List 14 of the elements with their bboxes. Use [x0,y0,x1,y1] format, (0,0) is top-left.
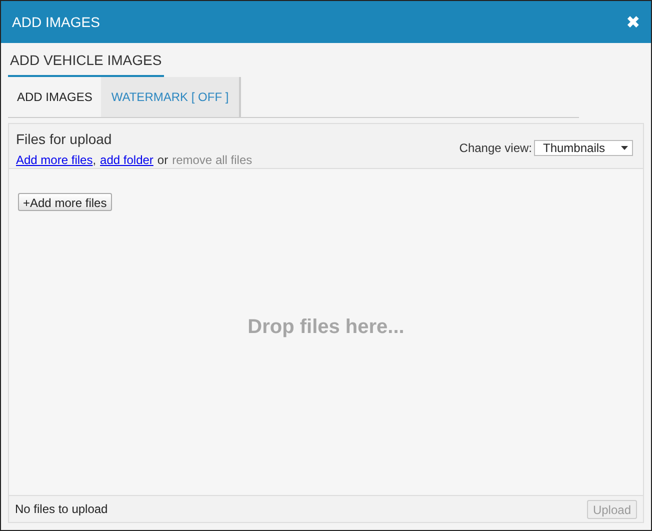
close-button[interactable]: ✖ [626,14,640,30]
label: , [92,152,96,169]
label: or [157,152,168,169]
drop-zone[interactable]: +Add more files Drop files here... [9,169,643,495]
link[interactable]: Add more files [16,151,93,169]
view-dropdown[interactable]: Thumbnails [534,140,633,156]
panel-title: Files for upload [16,130,113,149]
view-label: Change view: [459,140,532,157]
drop-hint: Drop files here... [248,315,404,340]
caret-icon [621,146,628,150]
window-title: ADD IMAGES [12,12,100,32]
status-text: No files to upload [15,501,108,518]
link[interactable]: add folder [100,151,154,169]
add-files-button[interactable]: +Add more files [18,193,112,211]
